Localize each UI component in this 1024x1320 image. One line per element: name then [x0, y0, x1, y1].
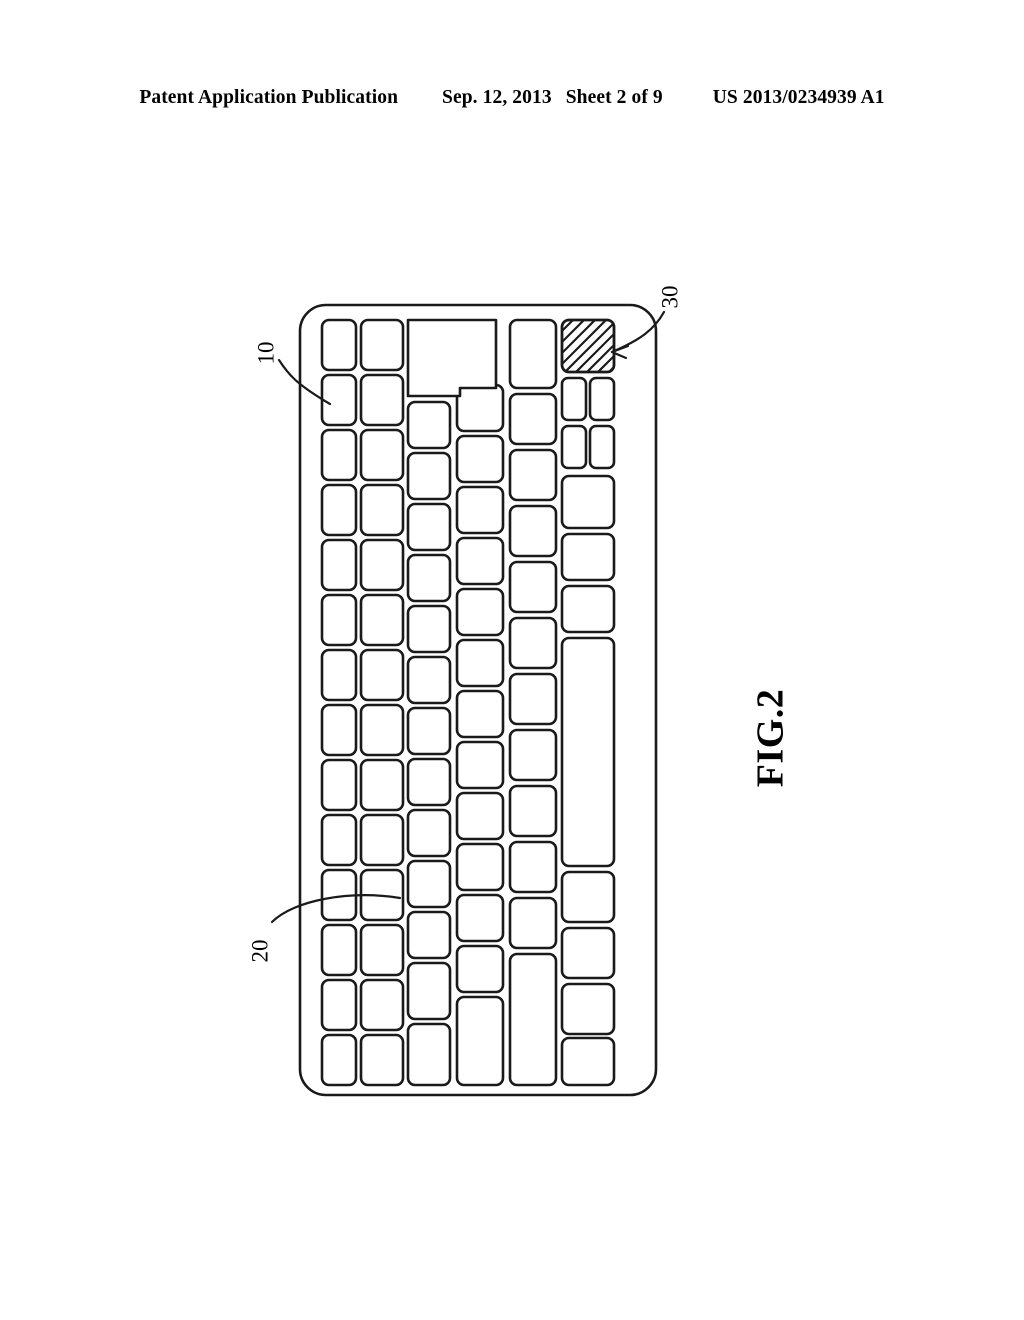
keycap [406, 451, 452, 501]
keycap [508, 952, 558, 1087]
keycap [320, 593, 358, 647]
keycap [320, 318, 358, 372]
keycap [560, 474, 616, 530]
keycap [320, 373, 358, 427]
keycap [406, 502, 452, 552]
keycap [359, 373, 405, 427]
keycap [359, 703, 405, 757]
keycap [560, 1036, 616, 1087]
keycap [508, 728, 558, 782]
keycap [406, 1022, 452, 1087]
keycap [320, 978, 358, 1032]
keycap [560, 532, 616, 582]
keycap [560, 636, 616, 868]
keycap [359, 648, 405, 702]
keycap [588, 424, 616, 470]
keycap [508, 392, 558, 446]
keycap [508, 560, 558, 614]
keycap [455, 842, 505, 892]
keycap [455, 791, 505, 841]
keycap [359, 318, 405, 372]
keycap [455, 383, 505, 433]
keycap [455, 995, 505, 1087]
keycap [455, 689, 505, 739]
keycap [508, 840, 558, 894]
keycap [320, 483, 358, 537]
keycap [508, 672, 558, 726]
keycap [508, 318, 558, 390]
keyboard-figure-svg [270, 303, 666, 1097]
keycap [508, 448, 558, 502]
keycap [359, 538, 405, 592]
keycap [359, 593, 405, 647]
keycap [359, 758, 405, 812]
keycap [320, 1033, 358, 1087]
keycap [320, 813, 358, 867]
keycap [406, 859, 452, 909]
keycap [320, 758, 358, 812]
keycap [320, 703, 358, 757]
keycap [455, 944, 505, 994]
keycap [588, 376, 616, 422]
enter-keycap [406, 318, 498, 398]
keycap [406, 910, 452, 960]
keycap [406, 400, 452, 450]
keycap [359, 813, 405, 867]
keycap [560, 982, 616, 1036]
keycap [455, 740, 505, 790]
keycap [320, 428, 358, 482]
keycap [455, 587, 505, 637]
keycap [320, 648, 358, 702]
keycap [560, 424, 588, 470]
keycap [406, 655, 452, 705]
keycap [455, 893, 505, 943]
keycap [508, 896, 558, 950]
keycap [359, 483, 405, 537]
keycap [560, 870, 616, 924]
keycap [406, 808, 452, 858]
keycap [560, 926, 616, 980]
keycap [560, 584, 616, 634]
keycap [508, 504, 558, 558]
keycap [455, 485, 505, 535]
keycap [560, 376, 588, 422]
keycap [359, 923, 405, 977]
keycap [406, 757, 452, 807]
keycap [359, 978, 405, 1032]
keycap [320, 538, 358, 592]
figure-drawing-area [0, 0, 1024, 1320]
keycap [455, 536, 505, 586]
keycap [406, 961, 452, 1021]
keycap [359, 1033, 405, 1087]
keycap [320, 923, 358, 977]
keycap [508, 616, 558, 670]
keycap [406, 706, 452, 756]
keycap [406, 553, 452, 603]
keycap [455, 434, 505, 484]
keycap [359, 428, 405, 482]
keycap [508, 784, 558, 838]
keycap [406, 604, 452, 654]
keycap [455, 638, 505, 688]
